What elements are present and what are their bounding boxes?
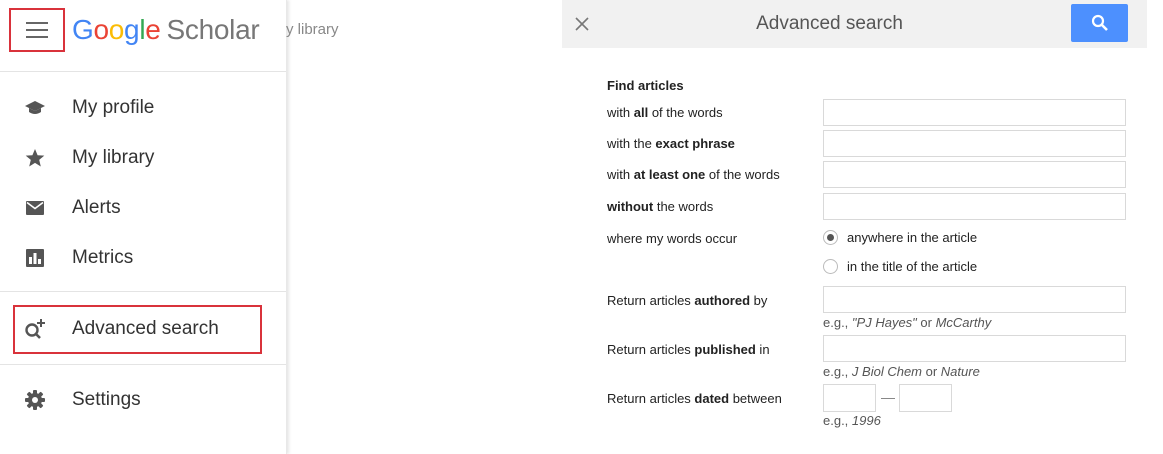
envelope-icon xyxy=(24,197,46,219)
label-text: by xyxy=(750,293,768,308)
label-text: the words xyxy=(653,199,714,214)
nav-label: Advanced search xyxy=(72,318,219,339)
all-words-input[interactable] xyxy=(823,99,1126,126)
authored-label: Return articles authored by xyxy=(607,293,767,308)
radio-label: anywhere in the article xyxy=(847,230,978,245)
logo-letter: o xyxy=(108,14,125,45)
radio-anywhere[interactable]: anywhere in the article xyxy=(823,230,977,245)
hint-example: McCarthy xyxy=(935,315,992,330)
nav-label: Settings xyxy=(72,389,141,410)
label-text: of the words xyxy=(705,167,780,182)
label-bold: exact phrase xyxy=(655,136,735,151)
nav-item-advanced-search[interactable]: Advanced search xyxy=(0,305,286,353)
exact-phrase-input[interactable] xyxy=(823,130,1126,157)
author-input[interactable] xyxy=(823,286,1126,313)
radio-selected-dot xyxy=(827,234,834,241)
nav-label: Metrics xyxy=(72,247,134,268)
author-hint: e.g., "PJ Hayes" or McCarthy xyxy=(823,315,991,330)
google-scholar-logo[interactable]: Google Scholar xyxy=(72,12,260,48)
hint-text: e.g., xyxy=(823,364,852,379)
label-bold: dated xyxy=(694,391,730,406)
publication-input[interactable] xyxy=(823,335,1126,362)
without-words-label: without the words xyxy=(607,199,713,214)
hamburger-icon xyxy=(26,22,48,38)
hint-example: 1996 xyxy=(851,413,881,428)
hint-text: e.g., xyxy=(823,315,852,330)
hint-example: J Biol Chem xyxy=(851,364,922,379)
dialog-header: Advanced search xyxy=(562,0,1147,48)
year-from-input[interactable] xyxy=(823,384,876,412)
label-bold: all xyxy=(633,105,649,120)
label-text: of the words xyxy=(648,105,723,120)
label-bold: without xyxy=(607,199,654,214)
logo-letter: o xyxy=(93,14,109,45)
radio-title-only[interactable]: in the title of the article xyxy=(823,259,977,274)
bar-chart-icon xyxy=(24,247,46,269)
nav-item-settings[interactable]: Settings xyxy=(0,376,286,424)
label-text: with xyxy=(607,105,634,120)
label-text: Return articles xyxy=(607,342,695,357)
hint-text: or xyxy=(922,364,941,379)
nav-label: Alerts xyxy=(72,197,121,218)
logo-scholar-text: Scholar xyxy=(166,14,260,45)
nav-label: My library xyxy=(72,147,155,168)
at-least-one-label: with at least one of the words xyxy=(607,167,780,182)
exact-phrase-label: with the exact phrase xyxy=(607,136,735,151)
label-bold: authored xyxy=(694,293,751,308)
nav-item-my-library[interactable]: My library xyxy=(0,134,286,182)
label-text: between xyxy=(729,391,782,406)
divider xyxy=(0,71,286,72)
all-words-label: with all of the words xyxy=(607,105,723,120)
logo-letter: g xyxy=(124,14,140,45)
gear-icon xyxy=(24,389,46,411)
search-plus-icon xyxy=(24,318,46,340)
divider xyxy=(0,291,286,292)
published-label: Return articles published in xyxy=(607,342,770,357)
dialog-title: Advanced search xyxy=(756,13,903,34)
label-bold: at least one xyxy=(633,167,706,182)
publication-hint: e.g., J Biol Chem or Nature xyxy=(823,364,980,379)
without-words-input[interactable] xyxy=(823,193,1126,220)
search-button[interactable] xyxy=(1071,4,1128,42)
label-text: in xyxy=(755,342,770,357)
dated-label: Return articles dated between xyxy=(607,391,782,406)
label-bold: published xyxy=(694,342,756,357)
label-text: Return articles xyxy=(607,293,695,308)
occur-label: where my words occur xyxy=(607,231,738,246)
divider xyxy=(0,364,286,365)
label-text: Return articles xyxy=(607,391,695,406)
search-icon xyxy=(1091,14,1108,31)
label-text: with xyxy=(607,167,634,182)
nav-item-metrics[interactable]: Metrics xyxy=(0,234,286,282)
year-to-input[interactable] xyxy=(899,384,952,412)
section-title: Find articles xyxy=(607,78,684,93)
menu-button[interactable] xyxy=(9,8,65,52)
logo-letter: G xyxy=(72,14,94,45)
background-page-text: y library xyxy=(286,21,339,38)
navigation-drawer: Google Scholar My profile My library Aler… xyxy=(0,0,287,454)
advanced-search-dialog: Advanced search Find articles with all o… xyxy=(562,0,1147,454)
hint-example: "PJ Hayes" xyxy=(851,315,917,330)
radio-button[interactable] xyxy=(823,230,838,245)
hint-example: Nature xyxy=(940,364,980,379)
logo-letter: e xyxy=(145,14,161,45)
nav-label: My profile xyxy=(72,97,155,118)
radio-label: in the title of the article xyxy=(847,259,978,274)
hint-text: or xyxy=(916,315,936,330)
hint-text: e.g., xyxy=(823,413,852,428)
nav-item-alerts[interactable]: Alerts xyxy=(0,184,286,232)
radio-button[interactable] xyxy=(823,259,838,274)
star-icon xyxy=(24,147,46,169)
graduation-cap-icon xyxy=(24,97,46,119)
nav-item-my-profile[interactable]: My profile xyxy=(0,84,286,132)
date-hint: e.g., 1996 xyxy=(823,413,881,428)
at-least-one-input[interactable] xyxy=(823,161,1126,188)
range-dash xyxy=(881,398,895,399)
label-text: with the xyxy=(607,136,656,151)
